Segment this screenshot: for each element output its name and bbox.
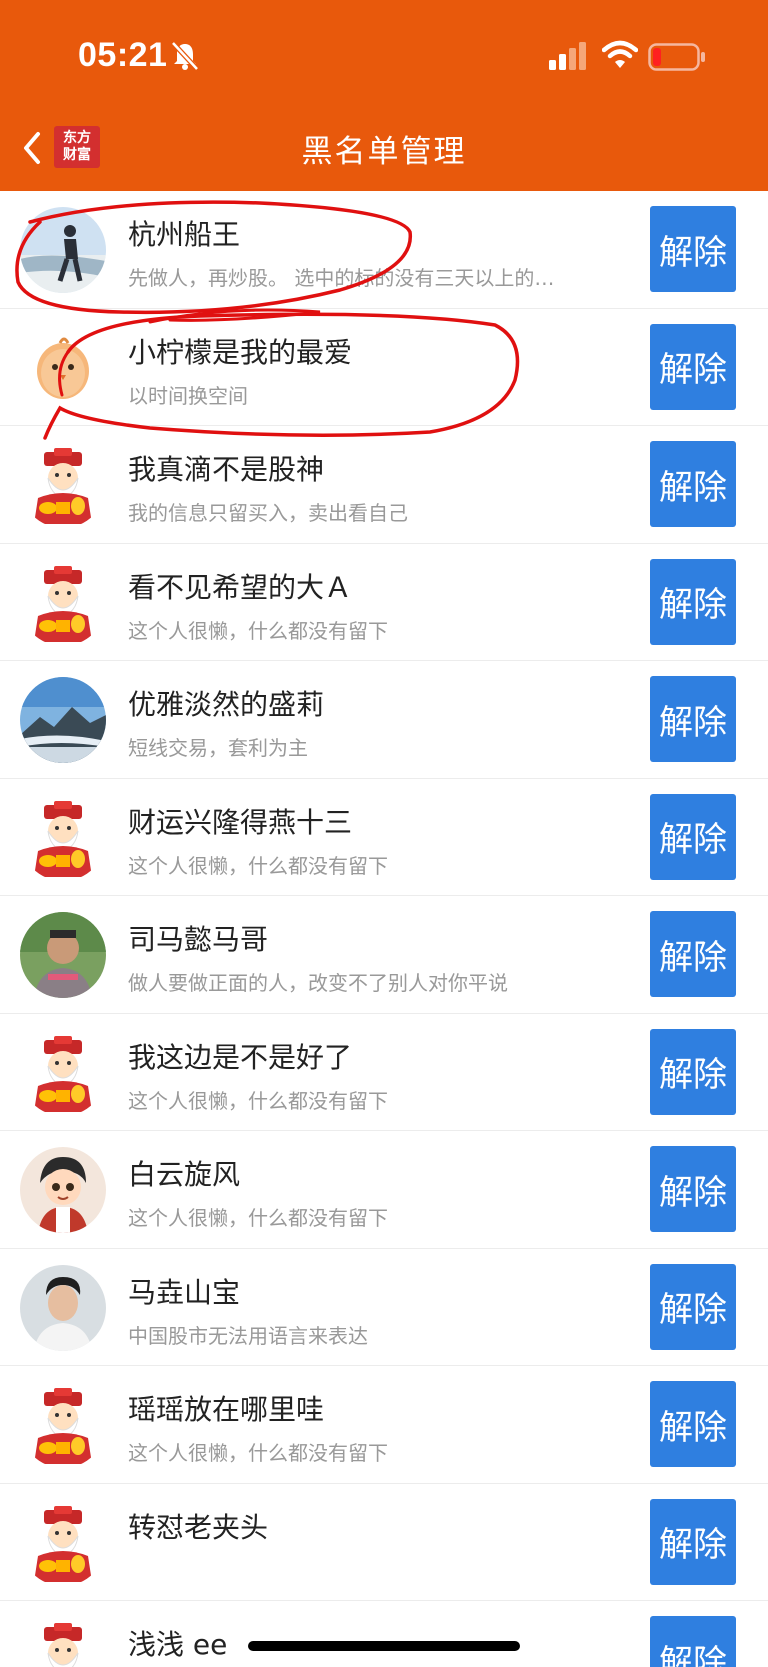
- user-signature: 这个人很懒，什么都没有留下: [128, 1441, 388, 1465]
- unblock-button[interactable]: 解除: [650, 323, 736, 410]
- blocked-user-row[interactable]: 浅浅 ee 解除: [0, 1601, 768, 1667]
- user-signature: 做人要做正面的人，改变不了别人对你平说: [128, 971, 508, 995]
- user-signature: 我的信息只留买入，卖出看自己: [128, 501, 408, 525]
- user-name: 优雅淡然的盛莉: [128, 688, 325, 721]
- user-name: 马垚山宝: [128, 1275, 241, 1309]
- blocked-user-row[interactable]: 看不见希望的大Ａ 这个人很懒，什么都没有留下 解除: [0, 543, 768, 661]
- avatar[interactable]: [20, 1264, 106, 1351]
- avatar[interactable]: [20, 912, 106, 998]
- unblock-button[interactable]: 解除: [650, 911, 736, 997]
- unblock-button[interactable]: 解除: [650, 558, 736, 645]
- user-signature: 短线交易，套利为主: [128, 736, 308, 760]
- blocked-user-row[interactable]: 我真滴不是股神我的信息只留买入，卖出看自己 解除: [0, 426, 768, 544]
- user-name: 司马懿马哥: [128, 923, 269, 956]
- unblock-button[interactable]: 解除: [650, 1381, 736, 1467]
- blocked-user-row[interactable]: 司马懿马哥做人要做正面的人，改变不了别人对你平说 解除: [0, 896, 768, 1014]
- unblock-button[interactable]: 解除: [650, 1028, 736, 1115]
- blocked-user-row[interactable]: 优雅淡然的盛莉短线交易，套利为主 解除: [0, 661, 768, 779]
- user-name: 财运兴隆得燕十三: [128, 805, 353, 839]
- bell-muted-icon: [171, 41, 199, 71]
- user-signature: 这个人很懒，什么都没有留下: [128, 1206, 388, 1230]
- user-name: 白云旋风: [128, 1158, 241, 1191]
- blocked-user-row[interactable]: 转怼老夹头 解除: [0, 1483, 768, 1601]
- user-name: 我这边是不是好了: [128, 1040, 353, 1074]
- blocked-user-row[interactable]: 马垚山宝中国股市无法用语言来表达 解除: [0, 1248, 768, 1366]
- user-signature: 以时间换空间: [128, 383, 248, 408]
- user-name: 浅浅 ee: [128, 1628, 228, 1661]
- user-signature: 这个人很懒，什么都没有留下: [128, 853, 388, 878]
- unblock-button[interactable]: 解除: [650, 1263, 736, 1350]
- avatar[interactable]: [20, 1147, 106, 1233]
- user-signature: 这个人很懒，什么都没有留下: [128, 618, 388, 643]
- status-time: 05:21: [78, 36, 168, 74]
- user-signature: 先做人，再炒股。 选中的标的没有三天以上的…: [128, 266, 555, 290]
- page-title: 黑名单管理: [301, 134, 467, 170]
- user-signature: 这个人很懒，什么都没有留下: [128, 1088, 388, 1113]
- blocked-user-row[interactable]: 财运兴隆得燕十三这个人很懒，什么都没有留下 解除: [0, 778, 768, 896]
- user-name: 我真滴不是股神: [128, 453, 325, 486]
- avatar[interactable]: [20, 559, 106, 646]
- blocklist: 杭州船王 先做人，再炒股。 选中的标的没有三天以上的… 解除 小柠檬是我的最爱 以时间换…: [0, 191, 768, 1667]
- avatar[interactable]: [20, 1382, 106, 1468]
- user-name: 小柠檬是我的最爱: [128, 335, 353, 369]
- user-signature: 中国股市无法用语言来表达: [128, 1323, 368, 1348]
- avatar[interactable]: [20, 1029, 106, 1116]
- unblock-button[interactable]: 解除: [650, 1616, 736, 1667]
- user-name: 杭州船王: [128, 218, 241, 251]
- user-name: 瑶瑶放在哪里哇: [128, 1393, 325, 1426]
- blocked-user-row[interactable]: 杭州船王先做人，再炒股。 选中的标的没有三天以上的… 解除: [0, 191, 768, 309]
- cellular-signal-icon: [549, 42, 586, 70]
- avatar[interactable]: [20, 442, 106, 528]
- blocked-user-row[interactable]: 我这边是不是好了这个人很懒，什么都没有留下 解除: [0, 1013, 768, 1131]
- unblock-button[interactable]: 解除: [650, 1146, 736, 1232]
- unblock-button[interactable]: 解除: [650, 441, 736, 527]
- unblock-button[interactable]: 解除: [650, 793, 736, 880]
- user-name: 转怼老夹头: [128, 1510, 269, 1544]
- avatar[interactable]: [20, 1499, 106, 1586]
- avatar[interactable]: [20, 324, 106, 411]
- unblock-button[interactable]: 解除: [650, 676, 736, 762]
- avatar[interactable]: [20, 207, 106, 293]
- home-indicator[interactable]: [248, 1641, 520, 1651]
- blocked-user-row[interactable]: 瑶瑶放在哪里哇这个人很懒，什么都没有留下 解除: [0, 1366, 768, 1484]
- avatar[interactable]: [20, 677, 106, 763]
- unblock-button[interactable]: 解除: [650, 1498, 736, 1585]
- battery-low-icon: [648, 43, 705, 71]
- unblock-button[interactable]: 解除: [650, 206, 736, 292]
- blocked-user-row[interactable]: 小柠檬是我的最爱以时间换空间 解除: [0, 308, 768, 426]
- blocked-user-row[interactable]: 白云旋风这个人很懒，什么都没有留下 解除: [0, 1131, 768, 1249]
- user-name: 看不见希望的大Ａ: [128, 570, 353, 604]
- avatar[interactable]: [20, 794, 106, 881]
- wifi-icon: [602, 40, 638, 68]
- app-header: 05:21 东方 财富 黑名单管理: [0, 0, 768, 191]
- avatar[interactable]: [20, 1617, 106, 1667]
